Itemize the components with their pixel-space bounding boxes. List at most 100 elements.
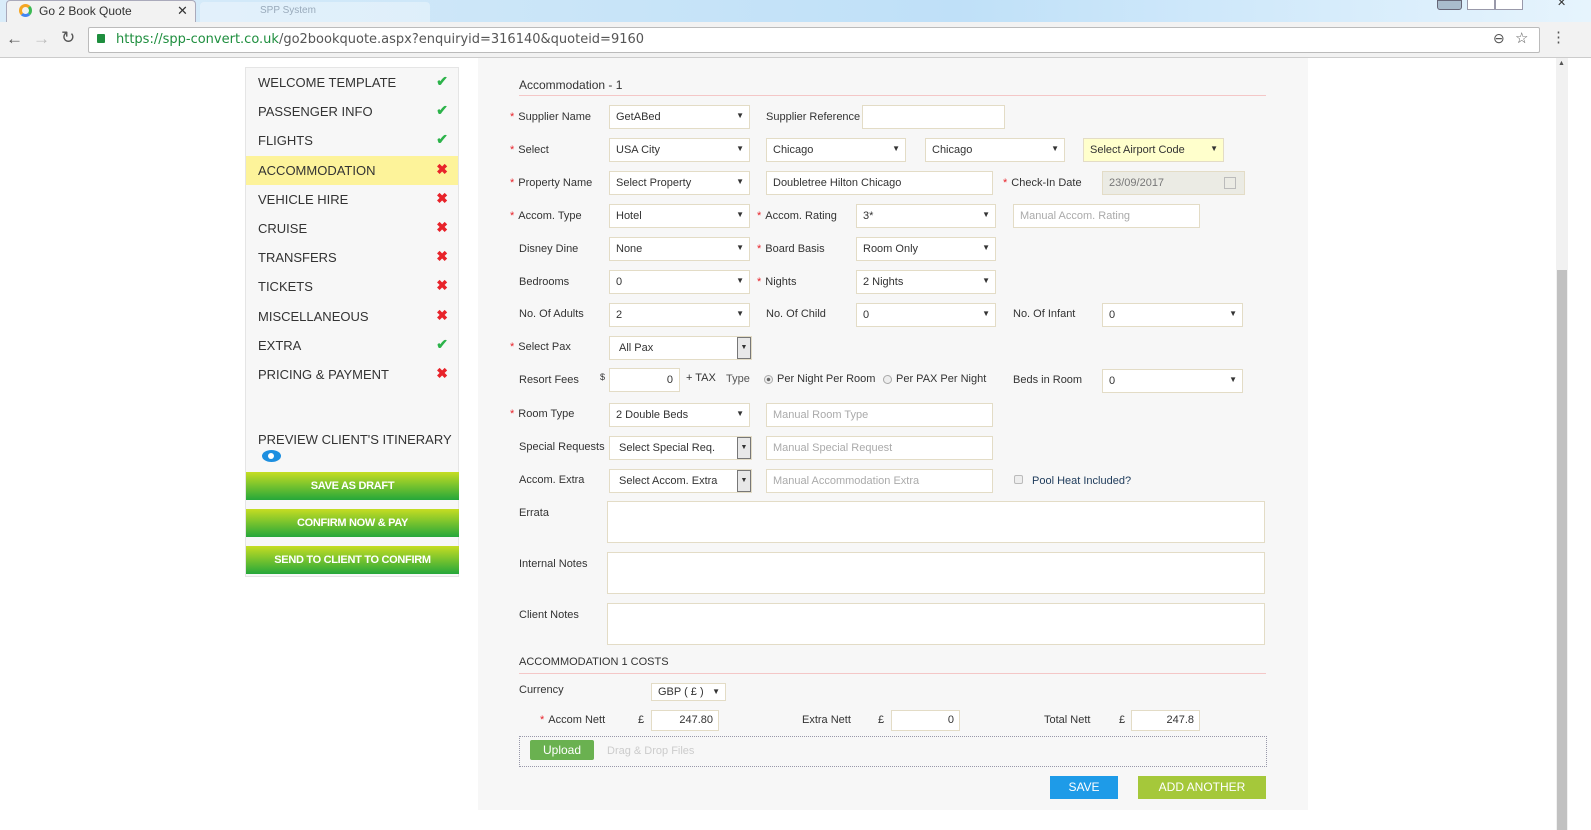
- bedrooms-select[interactable]: 0 ▼: [609, 270, 750, 294]
- client-notes-textarea[interactable]: [607, 603, 1265, 645]
- property-name-input[interactable]: Doubletree Hilton Chicago: [766, 171, 993, 195]
- save-as-draft-button[interactable]: SAVE AS DRAFT: [246, 472, 459, 500]
- sidebar: WELCOME TEMPLATE ✔ PASSENGER INFO ✔ FLIGHTS ✔…: [245, 67, 459, 577]
- calendar-icon[interactable]: [1224, 177, 1236, 189]
- check-icon: ✔: [436, 73, 448, 89]
- room-type-label: * Room Type: [510, 408, 575, 420]
- checkin-date-label: * Check-In Date: [1003, 177, 1082, 189]
- sidebar-item-flights[interactable]: FLIGHTS ✔: [246, 126, 458, 155]
- supplier-name-select[interactable]: GetABed ▼: [609, 105, 750, 129]
- manual-accom-rating-input[interactable]: Manual Accom. Rating: [1013, 204, 1200, 228]
- cross-icon: ✖: [436, 189, 448, 206]
- cross-icon: ✖: [436, 306, 448, 323]
- state-select[interactable]: Chicago ▼: [766, 138, 906, 162]
- sidebar-item-label: PRICING & PAYMENT: [258, 367, 389, 382]
- internal-notes-textarea[interactable]: [607, 552, 1265, 594]
- sidebar-item-transfers[interactable]: TRANSFERS ✖: [246, 243, 458, 272]
- sidebar-item-welcome-template[interactable]: WELCOME TEMPLATE ✔: [246, 68, 458, 97]
- supplier-reference-input[interactable]: [862, 105, 1005, 129]
- child-select[interactable]: 0 ▼: [856, 303, 996, 327]
- section-title: Accommodation - 1: [519, 78, 623, 92]
- reload-icon[interactable]: ↻: [61, 28, 75, 48]
- dropdown-arrow-icon: ▼: [736, 111, 744, 120]
- sidebar-item-accommodation[interactable]: ACCOMMODATION ✖: [246, 155, 458, 185]
- manual-room-type-input[interactable]: Manual Room Type: [766, 403, 993, 427]
- checkin-date-input[interactable]: 23/09/2017: [1102, 171, 1245, 195]
- tab-title: Go 2 Book Quote: [39, 4, 132, 18]
- check-icon: ✔: [436, 102, 448, 119]
- add-another-button[interactable]: ADD ANOTHER: [1138, 776, 1266, 799]
- confirm-now-pay-button[interactable]: CONFIRM NOW & PAY: [246, 509, 459, 537]
- disney-dine-label: Disney Dine: [519, 243, 579, 255]
- board-basis-select[interactable]: Room Only ▼: [856, 237, 996, 261]
- adults-select[interactable]: 2 ▼: [609, 303, 750, 327]
- special-requests-select[interactable]: Select Special Req. ▼: [609, 436, 752, 460]
- city-select[interactable]: Chicago ▼: [925, 138, 1065, 162]
- supplier-name-label: * Supplier Name: [510, 111, 592, 123]
- select-pax-select[interactable]: All Pax ▼: [609, 336, 752, 360]
- accom-rating-label: * Accom. Rating: [757, 210, 837, 222]
- sidebar-item-cruise[interactable]: CRUISE ✖: [246, 214, 458, 243]
- infant-label: No. Of Infant: [1013, 308, 1076, 320]
- property-select[interactable]: Select Property ▼: [609, 171, 750, 195]
- bookmark-star-icon[interactable]: ☆: [1515, 29, 1528, 47]
- airport-code-select[interactable]: Select Airport Code ▼: [1083, 138, 1224, 162]
- infant-select[interactable]: 0 ▼: [1102, 303, 1243, 327]
- tab-spp-system[interactable]: SPP System: [200, 2, 430, 22]
- accom-type-select[interactable]: Hotel ▼: [609, 204, 750, 228]
- total-nett-input[interactable]: 247.8: [1131, 710, 1200, 731]
- radio-per-pax-per-night[interactable]: Per PAX Per Night: [883, 373, 986, 385]
- manual-accom-extra-input[interactable]: Manual Accommodation Extra: [766, 469, 993, 493]
- close-window-icon[interactable]: ✕: [1557, 0, 1566, 9]
- scroll-up-icon[interactable]: ▲: [1558, 60, 1565, 67]
- url-host: https://spp-convert.co.uk: [116, 32, 279, 47]
- upload-button[interactable]: Upload: [530, 740, 594, 760]
- maximize-icon[interactable]: [1495, 0, 1523, 10]
- manual-special-request-input[interactable]: Manual Special Request: [766, 436, 993, 460]
- scrollbar-thumb[interactable]: [1557, 270, 1567, 830]
- disney-dine-select[interactable]: None ▼: [609, 237, 750, 261]
- nights-label: * Nights: [757, 276, 797, 288]
- pound-sign: £: [1119, 714, 1126, 726]
- resort-fees-input[interactable]: 0: [609, 368, 680, 392]
- sidebar-item-tickets[interactable]: TICKETS ✖: [246, 272, 458, 301]
- profile-icon[interactable]: [1437, 0, 1462, 10]
- beds-in-room-select[interactable]: 0 ▼: [1102, 369, 1243, 393]
- sidebar-item-label: TICKETS: [258, 279, 313, 295]
- save-button[interactable]: SAVE: [1050, 776, 1118, 799]
- close-tab-icon[interactable]: ✕: [177, 3, 188, 19]
- zoom-icon[interactable]: ⊖: [1493, 30, 1505, 47]
- forward-icon[interactable]: →: [33, 29, 50, 49]
- send-to-client-button[interactable]: SEND TO CLIENT TO CONFIRM: [246, 546, 459, 574]
- scrollbar[interactable]: ▲: [1556, 58, 1568, 830]
- dollar-sign: $: [600, 372, 606, 382]
- sidebar-item-passenger-info[interactable]: PASSENGER INFO ✔: [246, 97, 458, 126]
- currency-select[interactable]: GBP ( £ ) ▼: [651, 683, 726, 701]
- back-icon[interactable]: ←: [6, 29, 23, 49]
- sidebar-item-extra[interactable]: EXTRA ✔: [246, 331, 458, 360]
- sidebar-item-pricing-payment[interactable]: PRICING & PAYMENT ✖: [246, 360, 458, 389]
- menu-icon[interactable]: ⋮: [1551, 28, 1566, 46]
- country-select[interactable]: USA City ▼: [609, 138, 750, 162]
- sidebar-item-miscellaneous[interactable]: MISCELLANEOUS ✖: [246, 302, 458, 331]
- pound-sign: £: [878, 714, 885, 726]
- special-requests-label: Special Requests: [519, 441, 605, 453]
- sidebar-item-vehicle-hire[interactable]: VEHICLE HIRE ✖: [246, 185, 458, 214]
- nights-select[interactable]: 2 Nights ▼: [856, 270, 996, 294]
- accom-nett-input[interactable]: 247.80: [651, 710, 719, 731]
- radio-per-night-per-room[interactable]: Per Night Per Room: [764, 373, 875, 385]
- pool-heat-checkbox[interactable]: [1014, 475, 1023, 484]
- url-text[interactable]: https://spp-convert.co.uk/go2bookquote.a…: [116, 32, 644, 47]
- child-label: No. Of Child: [766, 308, 826, 320]
- errata-textarea[interactable]: [607, 501, 1265, 543]
- cross-icon: ✖: [436, 365, 448, 381]
- accom-rating-select[interactable]: 3* ▼: [856, 204, 996, 228]
- room-type-select[interactable]: 2 Double Beds ▼: [609, 403, 750, 427]
- minimize-icon[interactable]: [1467, 0, 1495, 10]
- accom-extra-select[interactable]: Select Accom. Extra ▼: [609, 469, 752, 493]
- preview-itinerary-link[interactable]: PREVIEW CLIENT'S ITINERARY: [258, 432, 458, 462]
- tab-go2book[interactable]: Go 2 Book Quote ✕: [6, 0, 196, 22]
- sidebar-item-label: FLIGHTS: [258, 133, 313, 149]
- extra-nett-input[interactable]: 0: [891, 710, 960, 731]
- bedrooms-label: Bedrooms: [519, 276, 570, 288]
